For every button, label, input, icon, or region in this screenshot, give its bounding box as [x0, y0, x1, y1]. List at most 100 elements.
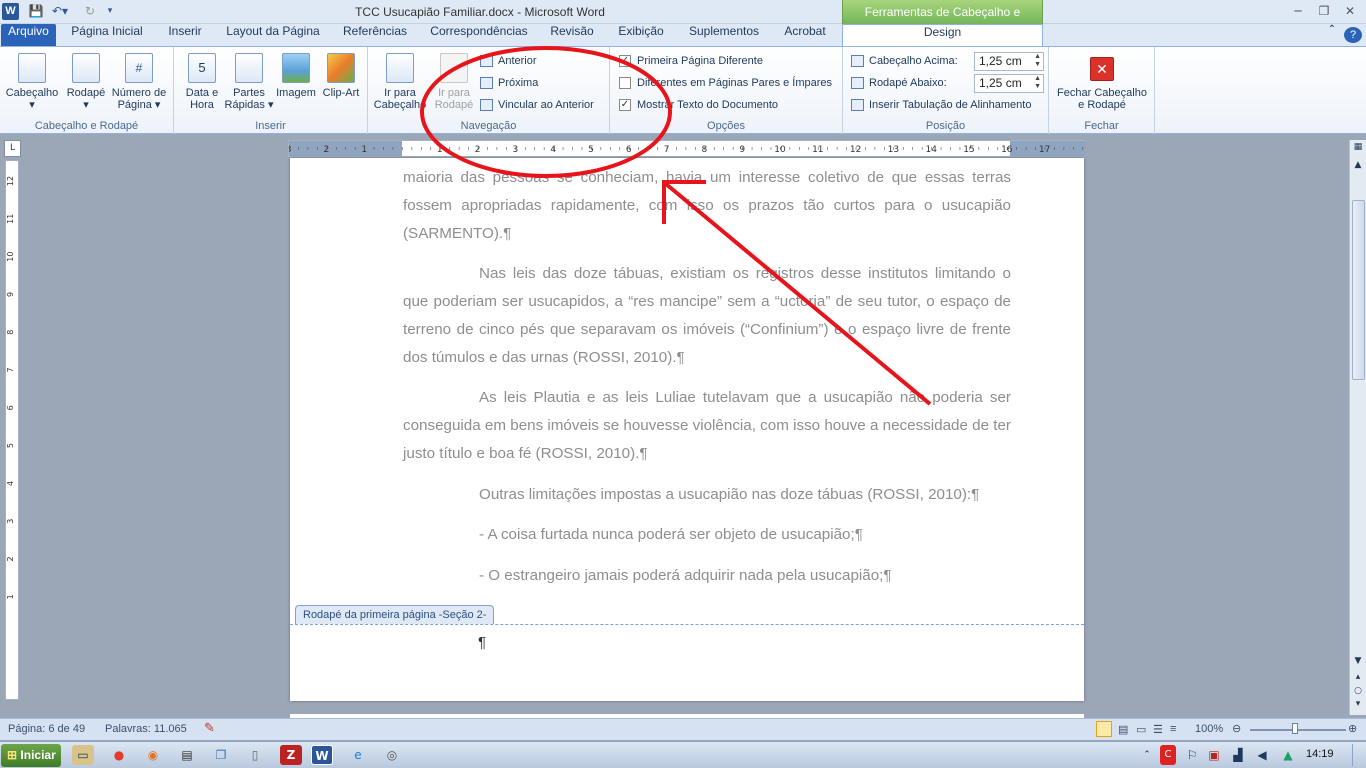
- flag-icon[interactable]: ⚐: [1184, 745, 1200, 765]
- paragraph-3[interactable]: As leis Plautia e as leis Luliae tutelav…: [403, 384, 1011, 468]
- restore-icon[interactable]: ❐: [1312, 2, 1336, 20]
- goto-footer-button[interactable]: Ir para Rodapé: [426, 53, 482, 111]
- clipart-button[interactable]: Clip-Art: [315, 53, 367, 99]
- image-label: Imagem: [276, 87, 316, 99]
- zoom-level[interactable]: 100%: [1195, 723, 1223, 735]
- group-header-footer: Cabeçalho ▾ Rodapé ▾ # Número de Página ▾ …: [0, 47, 174, 134]
- word-count[interactable]: Palavras: 11.065: [105, 723, 187, 735]
- next-button[interactable]: Próxima: [480, 74, 538, 92]
- zoom-slider[interactable]: [1250, 729, 1346, 731]
- spinner-arrows-icon[interactable]: ▲ ▼: [1034, 53, 1041, 69]
- header-button[interactable]: Cabeçalho ▾: [4, 53, 60, 111]
- scrollbar-thumb[interactable]: [1352, 200, 1365, 380]
- network-icon[interactable]: ▟: [1230, 745, 1246, 765]
- parts-label-2: Rápidas: [224, 99, 265, 111]
- chrome-icon[interactable]: ●: [108, 745, 130, 765]
- filezilla-icon[interactable]: Z: [280, 745, 302, 765]
- paragraph-5[interactable]: - A coisa furtada nunca poderá ser objet…: [403, 521, 1011, 549]
- scroll-down-icon[interactable]: ▼: [1351, 656, 1365, 670]
- paragraph-2[interactable]: Nas leis das doze tábuas, existiam os re…: [403, 260, 1011, 372]
- clock[interactable]: 14:19: [1306, 748, 1334, 760]
- vertical-scrollbar[interactable]: ▦ ▲ ▼ ▴ ○ ▾: [1349, 140, 1366, 715]
- tab-suplementos[interactable]: Suplementos: [682, 24, 766, 46]
- app-icon[interactable]: ◎: [381, 745, 403, 765]
- alignment-tab-icon: [851, 99, 864, 112]
- minimize-icon[interactable]: ─: [1286, 2, 1310, 20]
- minimize-ribbon-icon[interactable]: ⌃: [1324, 24, 1340, 46]
- outline-view-icon[interactable]: ☰: [1153, 723, 1163, 736]
- footer-paragraph-mark[interactable]: ¶: [478, 634, 486, 651]
- ie-icon[interactable]: e: [347, 745, 369, 765]
- print-layout-view-icon[interactable]: [1096, 721, 1112, 737]
- previous-button[interactable]: Anterior: [480, 52, 537, 70]
- tab-exibicao[interactable]: Exibição: [610, 24, 672, 46]
- word-taskbar-icon[interactable]: W: [311, 745, 333, 765]
- redo-icon[interactable]: ↻: [82, 3, 98, 20]
- window-switch-icon[interactable]: ❐: [210, 745, 232, 765]
- paragraph-1[interactable]: maioria das pessoas se conheciam, havia …: [403, 164, 1011, 248]
- vertical-ruler[interactable]: 12 11 10 9 8 7 6 5 4 3 2 1: [5, 160, 19, 700]
- ruler-label: 17: [1039, 145, 1050, 155]
- footer-button[interactable]: Rodapé ▾: [58, 53, 114, 111]
- tab-selector-button[interactable]: L: [4, 140, 21, 157]
- volume-icon[interactable]: ◀: [1254, 745, 1270, 765]
- document-page[interactable]: maioria das pessoas se conheciam, havia …: [290, 158, 1084, 701]
- start-button[interactable]: ⊞ Iniciar: [1, 744, 61, 767]
- tab-layout[interactable]: Layout da Página: [220, 24, 326, 46]
- draft-view-icon[interactable]: ≡: [1170, 723, 1176, 735]
- save-icon[interactable]: 💾: [27, 3, 45, 20]
- footer-bottom-spinner[interactable]: 1,25 cm ▲ ▼: [974, 74, 1044, 93]
- tab-referencias[interactable]: Referências: [336, 24, 414, 46]
- firefox-icon[interactable]: ◉: [142, 745, 164, 765]
- ruler-ticks: 3211234567891011121314151617: [289, 145, 1084, 155]
- paragraph-6[interactable]: - O estrangeiro jamais poderá adquirir n…: [403, 562, 1011, 590]
- insert-alignment-tab-button[interactable]: Inserir Tabulação de Alinhamento: [851, 96, 1031, 114]
- customize-qat-icon[interactable]: ▾: [104, 3, 116, 20]
- proofing-icon[interactable]: ✎: [204, 720, 215, 736]
- goto-header-button[interactable]: Ir para Cabeçalho: [372, 53, 428, 111]
- security-icon[interactable]: ▣: [1206, 745, 1222, 765]
- undo-icon[interactable]: ↶▾: [49, 3, 71, 20]
- start-label: Iniciar: [20, 748, 56, 762]
- tab-arquivo[interactable]: Arquivo: [1, 24, 56, 46]
- tab-pagina-inicial[interactable]: Página Inicial: [62, 24, 152, 46]
- close-header-footer-button[interactable]: ✕ Fechar Cabeçalho e Rodapé: [1054, 53, 1150, 111]
- tab-correspondencias[interactable]: Correspondências: [424, 24, 534, 46]
- tray-expand-icon[interactable]: ⌃: [1140, 745, 1154, 765]
- help-icon[interactable]: ?: [1344, 27, 1362, 43]
- antivirus-icon[interactable]: C: [1160, 745, 1176, 765]
- scroll-up-icon[interactable]: ▲: [1351, 160, 1365, 174]
- tab-design[interactable]: Design: [842, 24, 1043, 47]
- zoom-slider-thumb[interactable]: [1292, 723, 1298, 734]
- zoom-in-icon[interactable]: ⊕: [1348, 722, 1357, 735]
- page-number-button[interactable]: # Número de Página ▾: [108, 53, 170, 111]
- paragraph-4[interactable]: Outras limitações impostas a usucapião n…: [403, 481, 1011, 509]
- header-top-spinner[interactable]: 1,25 cm ▲ ▼: [974, 52, 1044, 71]
- tab-inserir[interactable]: Inserir: [160, 24, 210, 46]
- footer-divider: [290, 624, 1084, 625]
- header-top-value: 1,25 cm: [979, 54, 1022, 68]
- previous-page-icon[interactable]: ▴: [1351, 672, 1365, 686]
- zoom-out-icon[interactable]: ⊖: [1232, 722, 1241, 735]
- show-desktop-button[interactable]: [1352, 744, 1364, 766]
- explorer-icon[interactable]: ▭: [72, 745, 94, 765]
- device-icon[interactable]: ▯: [244, 745, 266, 765]
- media-icon[interactable]: ▤: [176, 745, 198, 765]
- close-icon[interactable]: ✕: [1338, 2, 1362, 20]
- tab-acrobat[interactable]: Acrobat: [776, 24, 834, 46]
- tab-revisao[interactable]: Revisão: [544, 24, 600, 46]
- web-layout-view-icon[interactable]: ▭: [1136, 723, 1146, 736]
- first-page-different-checkbox[interactable]: ✓ Primeira Página Diferente: [619, 52, 763, 70]
- word-app-icon[interactable]: W: [2, 3, 19, 20]
- next-page-icon[interactable]: ▾: [1351, 699, 1365, 713]
- show-document-text-checkbox[interactable]: ✓ Mostrar Texto do Documento: [619, 96, 778, 114]
- view-ruler-icon[interactable]: ▦: [1351, 142, 1365, 156]
- full-screen-view-icon[interactable]: ▤: [1118, 723, 1128, 736]
- link-previous-button[interactable]: Vincular ao Anterior: [480, 96, 594, 114]
- select-browse-object-icon[interactable]: ○: [1351, 686, 1365, 698]
- spinner-arrows-icon[interactable]: ▲ ▼: [1034, 75, 1041, 91]
- drive-icon[interactable]: ▲: [1280, 745, 1296, 765]
- horizontal-ruler[interactable]: 3211234567891011121314151617: [288, 140, 1085, 157]
- page-count[interactable]: Página: 6 de 49: [8, 723, 85, 735]
- odd-even-checkbox[interactable]: Diferentes em Páginas Pares e Ímpares: [619, 74, 832, 92]
